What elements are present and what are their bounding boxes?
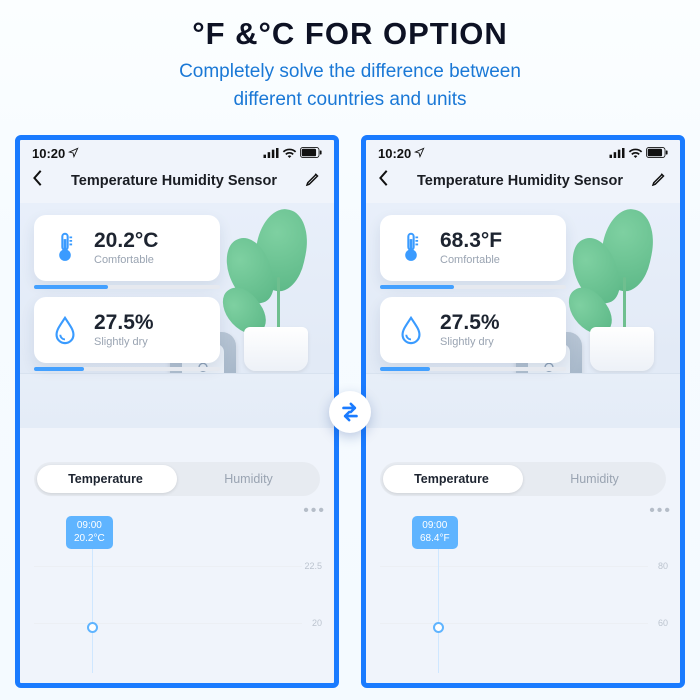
gridline-label: 22.5 [304, 561, 322, 571]
battery-icon [300, 146, 322, 161]
humidity-card[interactable]: 27.5% Slightly dry [34, 297, 220, 363]
tab-humidity[interactable]: Humidity [523, 472, 666, 486]
wifi-icon [628, 146, 643, 161]
humidity-progress [34, 367, 220, 371]
phone-celsius: 10:20 Temperature Humidity Sensor [15, 135, 339, 688]
clock: 10:20 [378, 146, 411, 161]
humidity-status: Slightly dry [440, 336, 500, 348]
chart[interactable]: ••• 80 60 09:00 68.4°F [380, 502, 666, 683]
chart-tabs: Temperature Humidity [380, 462, 666, 496]
phone-fahrenheit: 10:20 Temperature Humidity Sensor [361, 135, 685, 688]
temperature-status: Comfortable [440, 254, 502, 266]
plant-illustration [572, 209, 672, 369]
edit-button[interactable] [650, 170, 668, 193]
humidity-value: 27.5% [94, 312, 154, 333]
thermometer-icon [394, 231, 428, 265]
battery-icon [646, 146, 668, 161]
gridline-label: 80 [658, 561, 668, 571]
clock: 10:20 [32, 146, 65, 161]
humidity-card[interactable]: 27.5% Slightly dry [380, 297, 566, 363]
gridline-label: 20 [312, 618, 322, 628]
tab-humidity[interactable]: Humidity [177, 472, 320, 486]
edit-button[interactable] [304, 170, 322, 193]
humidity-value: 27.5% [440, 312, 500, 333]
signal-icon [609, 146, 625, 161]
more-icon[interactable]: ••• [649, 502, 672, 520]
temperature-value: 20.2°C [94, 230, 158, 251]
screen-title: Temperature Humidity Sensor [417, 173, 623, 189]
droplet-icon [48, 313, 82, 347]
humidity-progress [380, 367, 566, 371]
temperature-card[interactable]: 68.3°F Comfortable [380, 215, 566, 281]
status-bar: 10:20 [20, 140, 334, 163]
wifi-icon [282, 146, 297, 161]
back-button[interactable] [378, 169, 390, 193]
thermometer-icon [48, 231, 82, 265]
swap-units-icon [329, 391, 371, 433]
tab-temperature[interactable]: Temperature [380, 472, 523, 486]
more-icon[interactable]: ••• [303, 502, 326, 520]
signal-icon [263, 146, 279, 161]
location-arrow-icon [68, 146, 79, 161]
screen-title: Temperature Humidity Sensor [71, 173, 277, 189]
humidity-status: Slightly dry [94, 336, 154, 348]
temperature-card[interactable]: 20.2°C Comfortable [34, 215, 220, 281]
temperature-progress [34, 285, 220, 289]
droplet-icon [394, 313, 428, 347]
chart-tooltip: 09:00 20.2°C [66, 516, 113, 549]
hero-title: °F &°C FOR OPTION [0, 16, 700, 52]
hero-subtitle: Completely solve the difference between … [0, 58, 700, 113]
tab-temperature[interactable]: Temperature [34, 472, 177, 486]
temperature-status: Comfortable [94, 254, 158, 266]
chart-tooltip: 09:00 68.4°F [412, 516, 458, 549]
back-button[interactable] [32, 169, 44, 193]
chart[interactable]: ••• 22.5 20 09:00 20.2°C [34, 502, 320, 683]
location-arrow-icon [414, 146, 425, 161]
gridline-label: 60 [658, 618, 668, 628]
temperature-progress [380, 285, 566, 289]
status-bar: 10:20 [366, 140, 680, 163]
temperature-value: 68.3°F [440, 230, 502, 251]
chart-tabs: Temperature Humidity [34, 462, 320, 496]
plant-illustration [226, 209, 326, 369]
